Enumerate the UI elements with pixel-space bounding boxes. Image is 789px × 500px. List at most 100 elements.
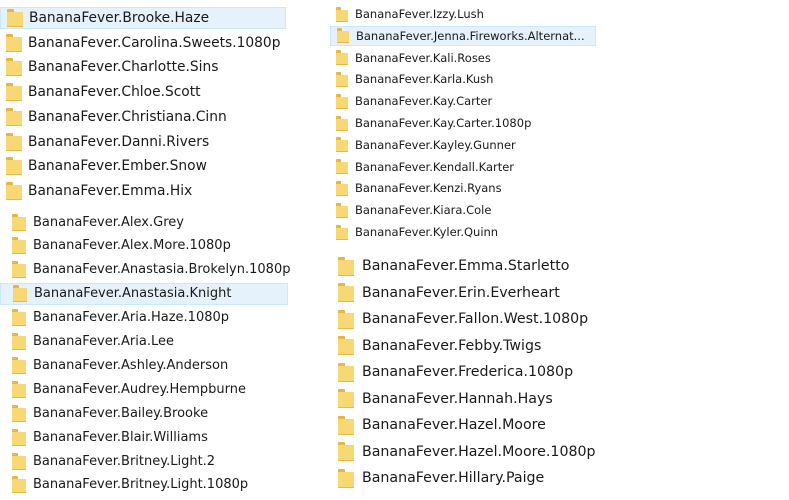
folder-item[interactable]: BananaFever.Aria.Haze.1080p: [0, 307, 288, 329]
folder-item[interactable]: BananaFever.Kali.Roses: [330, 48, 596, 68]
folder-icon: [12, 476, 26, 494]
folder-name: BananaFever.Audrey.Hempburne: [33, 381, 246, 397]
folder-item[interactable]: BananaFever.Emma.Hix: [0, 180, 286, 202]
folder-icon: [12, 452, 26, 470]
folder-icon: [338, 336, 354, 355]
folder-item[interactable]: BananaFever.Emma.Starletto: [330, 254, 630, 278]
folder-icon: [12, 356, 26, 374]
folder-item[interactable]: BananaFever.Izzy.Lush: [330, 4, 596, 24]
folder-icon: [6, 33, 22, 52]
folder-item[interactable]: BananaFever.Anastasia.Brokelyn.1080p: [0, 259, 291, 281]
folder-item[interactable]: BananaFever.Anastasia.Knight: [0, 282, 288, 305]
folder-name: BananaFever.Hillary.Paige: [362, 470, 545, 486]
folder-item[interactable]: BananaFever.Frederica.1080p: [330, 360, 630, 384]
folder-name: BananaFever.Emma.Hix: [28, 182, 193, 199]
folder-name: BananaFever.Aria.Haze.1080p: [33, 310, 230, 326]
folder-item[interactable]: BananaFever.Hillary.Paige: [330, 466, 630, 490]
folder-icon: [338, 442, 354, 461]
folder-name: BananaFever.Hazel.Moore.1080p: [362, 443, 596, 460]
folder-name: BananaFever.Jenna.Fireworks.Alternat...: [356, 28, 585, 43]
folder-item[interactable]: BananaFever.Aria.Lee: [0, 331, 288, 353]
folder-name: BananaFever.Carolina.Sweets.1080p: [28, 34, 281, 51]
folder-icon: [13, 285, 27, 303]
folder-list-bottom-right: BananaFever.Emma.Starletto BananaFever.Er…: [330, 254, 630, 494]
folder-icon: [337, 28, 349, 44]
folder-item[interactable]: BananaFever.Chloe.Scott: [0, 81, 286, 103]
folder-item[interactable]: BananaFever.Kay.Carter: [330, 91, 596, 111]
folder-name: BananaFever.Aria.Lee: [33, 334, 174, 349]
folder-item[interactable]: BananaFever.Audrey.Hempburne: [0, 378, 288, 400]
folder-icon: [338, 256, 354, 276]
folder-item[interactable]: BananaFever.Karla.Kush: [330, 69, 596, 89]
folder-item[interactable]: BananaFever.Hazel.Moore.1080p: [330, 440, 630, 464]
folder-name: BananaFever.Chloe.Scott: [28, 84, 201, 101]
folder-icon: [12, 333, 26, 350]
folder-item[interactable]: BananaFever.Ashley.Anderson: [0, 354, 288, 376]
folder-icon: [336, 71, 348, 87]
folder-item[interactable]: BananaFever.Kiara.Cole: [330, 200, 596, 220]
folder-name: BananaFever.Ashley.Anderson: [33, 357, 229, 373]
folder-name: BananaFever.Blair.Williams: [33, 429, 208, 445]
folder-name: BananaFever.Anastasia.Brokelyn.1080p: [33, 262, 291, 278]
folder-icon: [12, 309, 26, 327]
folder-item[interactable]: BananaFever.Charlotte.Sins: [0, 56, 286, 78]
folder-item[interactable]: BananaFever.Blair.Williams: [0, 426, 288, 448]
folder-item[interactable]: BananaFever.Christiana.Cinn: [0, 106, 286, 128]
folder-item[interactable]: BananaFever.Carolina.Sweets.1080p: [0, 32, 286, 54]
folder-name: BananaFever.Alex.More.1080p: [33, 238, 231, 254]
folder-name: BananaFever.Danni.Rivers: [28, 133, 210, 150]
folder-item[interactable]: BananaFever.Fallon.West.1080p: [330, 307, 630, 331]
folder-name: BananaFever.Charlotte.Sins: [28, 59, 219, 76]
folder-name: BananaFever.Kayley.Gunner: [355, 137, 516, 152]
folder-item[interactable]: BananaFever.Kenzi.Ryans: [330, 178, 596, 198]
folder-list-bottom-left: BananaFever.Alex.Grey BananaFever.Alex.Mo…: [0, 211, 290, 500]
folder-name: BananaFever.Kyler.Quinn: [355, 225, 499, 239]
folder-name: BananaFever.Erin.Everheart: [362, 284, 560, 301]
folder-name: BananaFever.Bailey.Brooke: [33, 405, 209, 421]
folder-name: BananaFever.Christiana.Cinn: [28, 108, 227, 125]
folder-list-top-left: BananaFever.Brooke.Haze BananaFever.Carol…: [0, 7, 286, 205]
folder-item[interactable]: BananaFever.Danni.Rivers: [0, 131, 286, 153]
folder-icon: [6, 132, 22, 151]
folder-icon: [336, 115, 348, 131]
folder-icon: [338, 283, 354, 302]
folder-name: BananaFever.Frederica.1080p: [362, 364, 574, 380]
folder-name: BananaFever.Izzy.Lush: [355, 7, 484, 21]
folder-item[interactable]: BananaFever.Kay.Carter.1080p: [330, 113, 596, 133]
folder-name: BananaFever.Hazel.Moore: [362, 417, 546, 433]
folder-icon: [12, 237, 26, 255]
folder-item[interactable]: BananaFever.Alex.More.1080p: [0, 235, 288, 257]
folder-icon: [336, 137, 348, 153]
folder-icon: [6, 181, 22, 200]
folder-name: BananaFever.Kay.Carter.1080p: [355, 116, 532, 130]
folder-icon: [336, 202, 348, 218]
folder-item[interactable]: BananaFever.Bailey.Brooke: [0, 402, 288, 424]
folder-name: BananaFever.Alex.Grey: [33, 214, 184, 230]
folder-icon: [7, 9, 23, 27]
folder-icon: [336, 224, 348, 240]
folder-icon: [6, 157, 22, 176]
folder-name: BananaFever.Hannah.Hays: [362, 390, 553, 407]
folder-name: BananaFever.Karla.Kush: [355, 72, 494, 87]
folder-icon: [6, 107, 22, 126]
folder-item[interactable]: BananaFever.Ember.Snow: [0, 155, 286, 177]
folder-icon: [336, 6, 348, 22]
folder-icon: [338, 389, 354, 408]
folder-name: BananaFever.Kali.Roses: [355, 50, 491, 65]
folder-icon: [12, 428, 26, 446]
folder-icon: [6, 83, 22, 102]
folder-item[interactable]: BananaFever.Brooke.Haze: [0, 7, 286, 29]
folder-item[interactable]: BananaFever.Erin.Everheart: [330, 281, 630, 305]
folder-item[interactable]: BananaFever.Febby.Twigs: [330, 334, 630, 358]
folder-item[interactable]: BananaFever.Kayley.Gunner: [330, 135, 596, 155]
folder-list-top-right: BananaFever.Izzy.Lush BananaFever.Jenna.F…: [330, 4, 598, 244]
folder-name: BananaFever.Brooke.Haze: [29, 10, 210, 26]
folder-item[interactable]: BananaFever.Britney.Light.2: [0, 450, 288, 472]
folder-item[interactable]: BananaFever.Alex.Grey: [0, 211, 288, 233]
folder-item[interactable]: BananaFever.Jenna.Fireworks.Alternat...: [330, 25, 596, 46]
folder-item[interactable]: BananaFever.Hannah.Hays: [330, 387, 630, 411]
folder-item[interactable]: BananaFever.Britney.Light.1080p: [0, 474, 288, 496]
folder-item[interactable]: BananaFever.Hazel.Moore: [330, 413, 630, 437]
folder-item[interactable]: BananaFever.Kyler.Quinn: [330, 222, 596, 242]
folder-item[interactable]: BananaFever.Kendall.Karter: [330, 157, 596, 177]
